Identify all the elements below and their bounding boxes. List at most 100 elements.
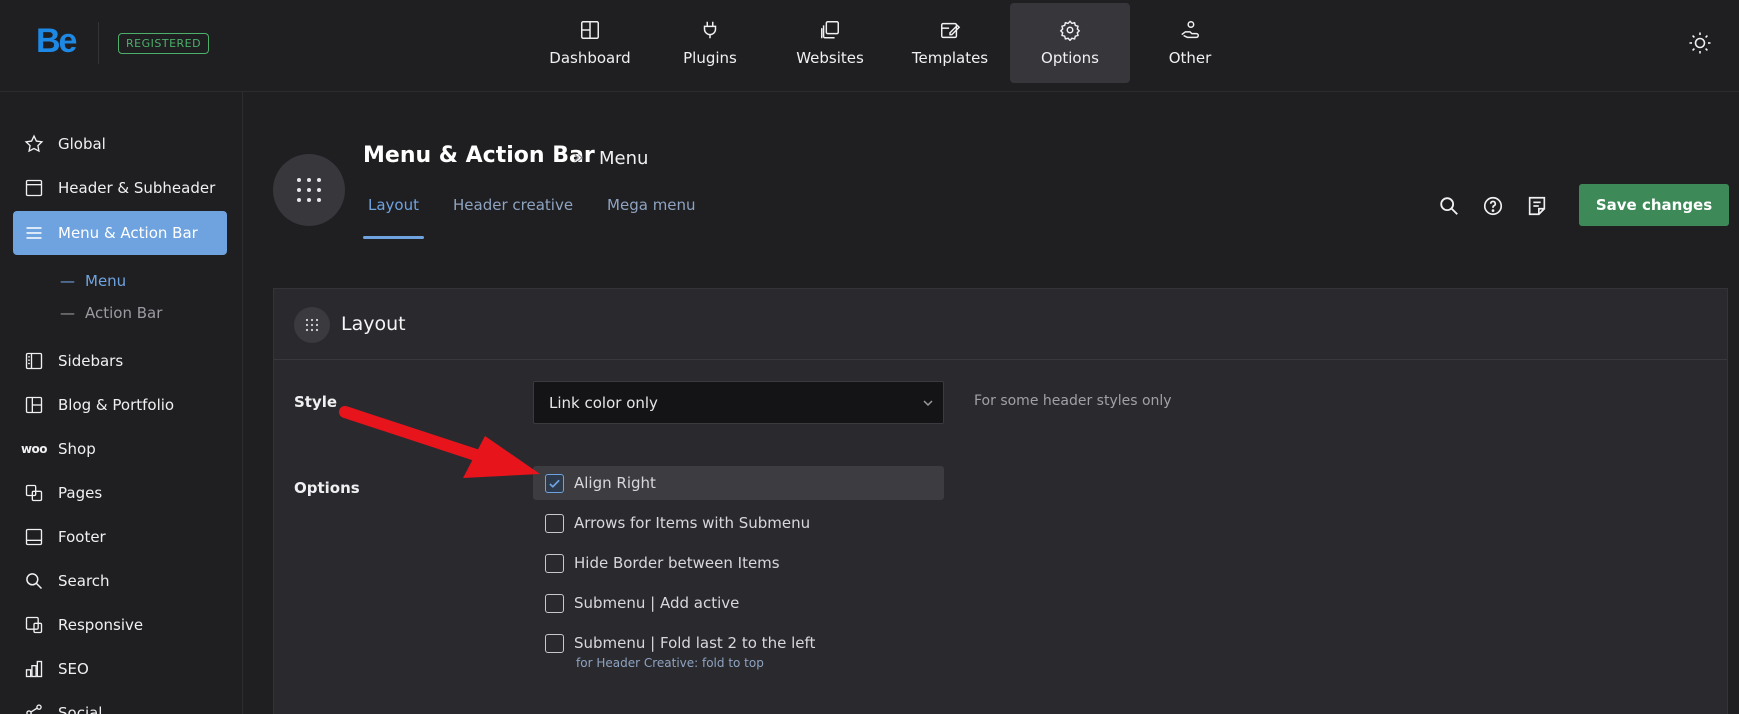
checkbox[interactable] — [545, 513, 564, 533]
responsive-icon — [25, 616, 43, 634]
sub-dash: — — [60, 272, 75, 290]
sidebar-subitem-label: Menu — [85, 272, 127, 290]
hand-icon — [1181, 21, 1199, 39]
nav-websites[interactable]: Websites — [770, 3, 890, 83]
sub-dash: — — [60, 304, 75, 322]
sidebar-item-label: Pages — [58, 484, 103, 502]
plug-icon — [703, 21, 717, 39]
notes-icon[interactable] — [1526, 195, 1548, 217]
nav-other-label: Other — [1168, 49, 1212, 67]
layout-panel: Layout Style Link color only For some he… — [273, 288, 1728, 714]
style-select-value: Link color only — [549, 393, 658, 412]
sidebar-item-label: Shop — [58, 440, 96, 458]
sidebar-item-global[interactable]: Global — [13, 122, 227, 166]
sidebar-item-label: Menu & Action Bar — [58, 224, 198, 242]
nav-other[interactable]: Other — [1130, 3, 1250, 83]
option-label: Arrows for Items with Submenu — [574, 514, 811, 532]
option-submenu-add-active[interactable]: Submenu | Add active — [533, 586, 944, 620]
be-logo[interactable]: Be — [36, 22, 77, 61]
page-title: Menu & Action Bar — [363, 143, 595, 168]
tab-layout[interactable]: Layout — [363, 196, 424, 239]
sidebar-item-label: SEO — [58, 660, 89, 678]
sidebar-icon — [25, 352, 43, 370]
grid-icon — [25, 396, 43, 414]
sidebar-item-label: Search — [58, 572, 110, 590]
search-icon — [26, 573, 43, 590]
option-label: Align Right — [574, 474, 656, 492]
sidebar-item-blog-portfolio[interactable]: Blog & Portfolio — [13, 383, 227, 427]
style-description: For some header styles only — [974, 393, 1172, 409]
tab-header-creative[interactable]: Header creative — [448, 196, 578, 238]
option-note: for Header Creative: fold to top — [576, 656, 764, 670]
sidebar-item-menu-action-bar[interactable]: Menu & Action Bar — [13, 211, 227, 255]
gear-icon — [1059, 20, 1081, 41]
annotation-arrow-icon — [339, 406, 540, 478]
sidebar: Global Header & Subheader Menu & Action … — [0, 92, 243, 714]
panel-header: Layout — [274, 289, 1727, 360]
sidebar-item-footer[interactable]: Footer — [13, 515, 227, 559]
pages-icon — [25, 484, 43, 502]
option-hide-border[interactable]: Hide Border between Items — [533, 546, 944, 580]
option-submenu-fold-left[interactable]: Submenu | Fold last 2 to the left — [533, 626, 944, 660]
panel-dots-icon — [294, 307, 330, 343]
help-icon[interactable] — [1482, 195, 1504, 217]
nav-dashboard[interactable]: Dashboard — [530, 3, 650, 83]
breadcrumb-current: Menu — [599, 148, 649, 169]
save-changes-button[interactable]: Save changes — [1579, 184, 1729, 226]
share-icon — [26, 704, 42, 714]
dashboard-icon — [581, 21, 599, 39]
nav-dashboard-label: Dashboard — [549, 49, 631, 67]
registered-badge: REGISTERED — [118, 33, 210, 54]
nav-options-label: Options — [1041, 49, 1099, 67]
style-select[interactable]: Link color only — [533, 381, 944, 424]
dots-grid-icon — [297, 178, 321, 202]
page-section-icon — [273, 154, 345, 226]
sidebar-subitem-label: Action Bar — [85, 304, 163, 322]
tab-mega-menu[interactable]: Mega menu — [602, 196, 701, 238]
sidebar-item-header[interactable]: Header & Subheader — [13, 166, 227, 210]
option-label: Hide Border between Items — [574, 554, 780, 572]
option-arrows-submenu[interactable]: Arrows for Items with Submenu — [533, 506, 944, 540]
sun-icon[interactable] — [1688, 31, 1712, 55]
nav-options[interactable]: Options — [1010, 3, 1130, 83]
sidebar-item-label: Footer — [58, 528, 106, 546]
option-label: Submenu | Fold last 2 to the left — [574, 634, 816, 652]
nav-templates[interactable]: Templates — [890, 3, 1010, 83]
logo-divider — [98, 22, 99, 64]
section-tabs: Layout Header creative Mega menu — [363, 196, 725, 239]
sidebar-item-label: Social — [58, 704, 103, 714]
nav-plugins[interactable]: Plugins — [650, 3, 770, 83]
sidebar-item-label: Responsive — [58, 616, 144, 634]
sidebar-item-label: Blog & Portfolio — [58, 396, 175, 414]
search-icon[interactable] — [1438, 195, 1460, 217]
sidebar-item-pages[interactable]: Pages — [13, 471, 227, 515]
sidebar-subitem-action-bar[interactable]: — Action Bar — [60, 304, 162, 322]
websites-icon — [821, 21, 839, 39]
sidebar-item-responsive[interactable]: Responsive — [13, 603, 227, 647]
woo-icon: woo — [20, 442, 48, 456]
option-align-right[interactable]: Align Right — [533, 466, 944, 500]
sidebar-item-shop[interactable]: woo Shop — [13, 427, 227, 471]
dots-grid-icon — [305, 318, 319, 332]
checkbox[interactable] — [545, 633, 564, 653]
sidebar-item-sidebars[interactable]: Sidebars — [13, 339, 227, 383]
nav-websites-label: Websites — [796, 49, 864, 67]
checkbox[interactable] — [545, 593, 564, 613]
sidebar-item-seo[interactable]: SEO — [13, 647, 227, 691]
sidebar-item-label: Sidebars — [58, 352, 124, 370]
checkbox[interactable] — [545, 553, 564, 573]
sidebar-item-label: Header & Subheader — [58, 179, 216, 197]
breadcrumb-separator: » — [573, 147, 585, 168]
footer-icon — [25, 528, 43, 546]
top-bar: Be REGISTERED Dashboard Plugins Websites… — [0, 0, 1739, 92]
sidebar-item-social[interactable]: Social — [13, 691, 227, 714]
sidebar-subitem-menu[interactable]: — Menu — [60, 272, 126, 290]
menu-icon — [26, 227, 42, 239]
header-icon — [25, 179, 43, 197]
top-nav: Dashboard Plugins Websites Templates Opt… — [530, 3, 1250, 83]
sidebar-item-label: Global — [58, 135, 106, 153]
nav-plugins-label: Plugins — [683, 49, 737, 67]
seo-icon — [25, 660, 43, 678]
sidebar-item-search[interactable]: Search — [13, 559, 227, 603]
panel-title: Layout — [341, 313, 406, 335]
